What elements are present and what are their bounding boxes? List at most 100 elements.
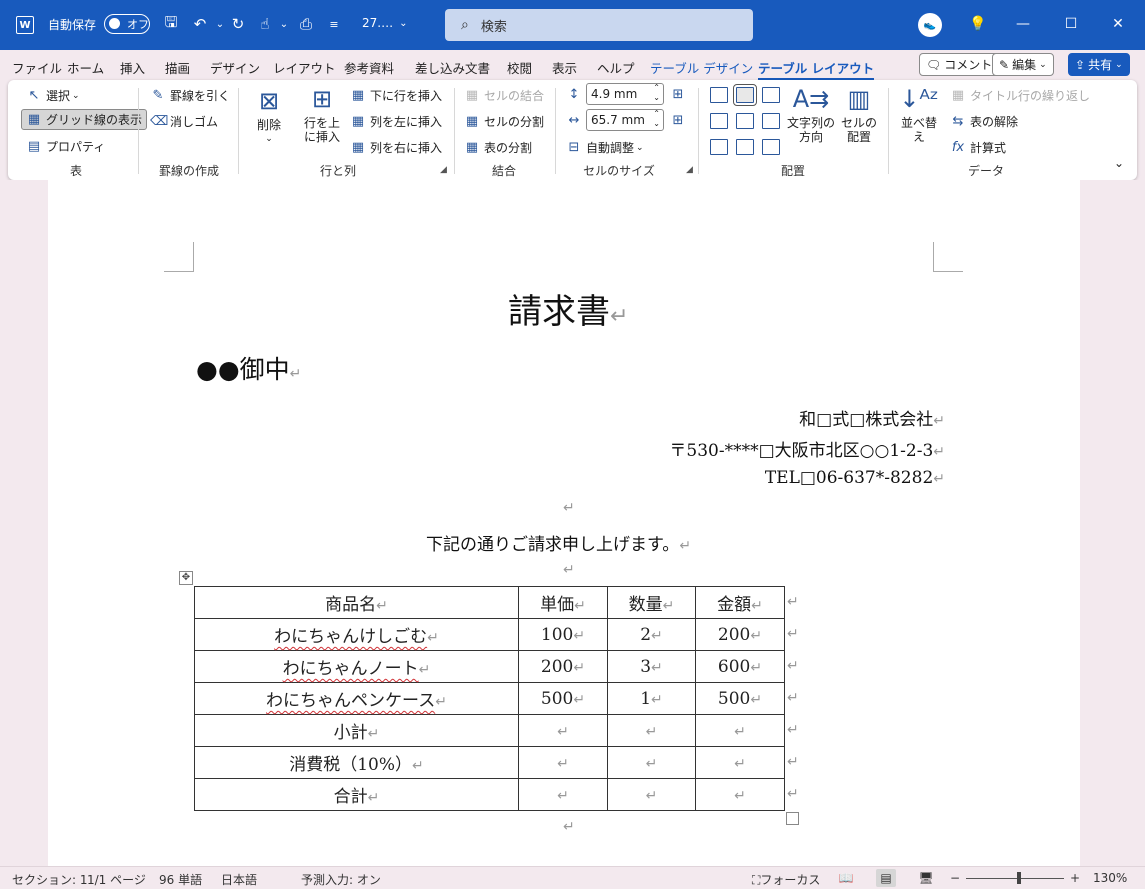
- tab-table-design[interactable]: テーブル デザイン: [650, 58, 753, 77]
- table-cell[interactable]: 500↵: [695, 682, 785, 715]
- row-height-input[interactable]: 4.9 mm: [586, 83, 664, 105]
- align-top-right-icon[interactable]: [762, 87, 780, 103]
- sort-button[interactable]: ↓ᴬᶻ 並べ替え: [896, 84, 942, 144]
- customize-qat-icon[interactable]: ≡: [324, 14, 344, 34]
- tab-view[interactable]: 表示: [552, 58, 577, 77]
- align-center-right-icon[interactable]: [762, 113, 780, 129]
- table-cell[interactable]: 100↵: [518, 618, 608, 651]
- tab-table-layout[interactable]: テーブル レイアウト: [758, 58, 875, 81]
- tab-review[interactable]: 校閲: [507, 58, 532, 77]
- align-bottom-left-icon[interactable]: [710, 139, 728, 155]
- draw-table-button[interactable]: ✎ 罫線を引く: [150, 87, 230, 104]
- insert-right-button[interactable]: ▦ 列を右に挿入: [350, 139, 442, 156]
- undo-dropdown-icon[interactable]: ⌄: [210, 14, 230, 34]
- zoom-slider-thumb[interactable]: [1017, 872, 1021, 884]
- autofit-button[interactable]: ⊟ 自動調整 ⌄: [566, 139, 644, 156]
- tel-text[interactable]: TEL□06-637*-8282↵: [765, 468, 945, 488]
- view-gridlines-button[interactable]: ▦ グリッド線の表示: [21, 109, 148, 130]
- cell-margins-button[interactable]: ▥ セルの 配置: [840, 84, 878, 144]
- repeat-header-rows-button[interactable]: ▦ タイトル行の繰り返し: [950, 87, 1090, 104]
- redo-icon[interactable]: ↻: [228, 14, 248, 34]
- table-cell[interactable]: 200↵: [695, 618, 785, 651]
- delete-button[interactable]: ⊠ 削除 ⌄: [252, 86, 286, 146]
- table-cell[interactable]: 200↵: [518, 650, 608, 683]
- table-header-cell[interactable]: 単価↵: [518, 586, 608, 619]
- company-name-text[interactable]: 和□式□株式会社↵: [799, 405, 945, 430]
- text-direction-button[interactable]: A⇉ 文字列の 方向: [786, 84, 836, 144]
- table-cell[interactable]: わにちゃんノート↵: [194, 650, 519, 683]
- table-resize-handle[interactable]: [786, 812, 799, 825]
- table-cell[interactable]: 小計↵: [194, 714, 519, 747]
- tab-insert[interactable]: 挿入: [120, 58, 145, 77]
- document-title[interactable]: 27.… ⌄: [362, 16, 407, 30]
- predictive-input-status[interactable]: 予測入力: オン: [301, 871, 381, 888]
- minimize-icon[interactable]: —: [1013, 14, 1033, 34]
- table-cell[interactable]: ↵: [695, 714, 785, 747]
- touch-mode-icon[interactable]: ☝: [255, 14, 275, 34]
- empty-paragraph[interactable]: ↵: [563, 562, 575, 578]
- read-mode-icon[interactable]: 📖: [836, 869, 856, 887]
- distribute-columns-icon[interactable]: ⊞: [670, 113, 690, 128]
- share-button[interactable]: ⇪ 共有 ⌄: [1068, 53, 1130, 76]
- empty-paragraph[interactable]: ↵: [563, 819, 575, 835]
- comment-button[interactable]: 🗨 コメント: [919, 53, 1000, 76]
- table-cell[interactable]: わにちゃんペンケース↵: [194, 682, 519, 715]
- table-cell[interactable]: 600↵: [695, 650, 785, 683]
- tab-layout[interactable]: レイアウト: [273, 58, 336, 77]
- zoom-level[interactable]: 130%: [1093, 871, 1127, 885]
- table-cell[interactable]: 500↵: [518, 682, 608, 715]
- tab-mailings[interactable]: 差し込み文書: [415, 58, 490, 77]
- rows-cols-launcher-icon[interactable]: ◢: [440, 165, 447, 175]
- insert-above-button[interactable]: ⊞ 行を上 に挿入: [302, 84, 342, 144]
- collapse-ribbon-icon[interactable]: ⌄: [1114, 156, 1124, 170]
- close-icon[interactable]: ✕: [1108, 14, 1128, 34]
- align-center-left-icon[interactable]: [710, 113, 728, 129]
- table-cell[interactable]: ↵: [607, 714, 696, 747]
- invoice-table[interactable]: 商品名↵ 単価↵ 数量↵ 金額↵ わにちゃんけしごむ↵ 100↵ 2↵ 200↵…: [194, 586, 785, 811]
- section-indicator[interactable]: セクション: 1: [12, 871, 88, 888]
- table-cell[interactable]: ↵: [607, 746, 696, 779]
- align-top-left-icon[interactable]: [710, 87, 728, 103]
- user-avatar[interactable]: 👟: [918, 13, 942, 37]
- table-header-cell[interactable]: 金額↵: [695, 586, 785, 619]
- table-cell[interactable]: 合計↵: [194, 778, 519, 811]
- tab-draw[interactable]: 描画: [165, 58, 190, 77]
- search-box[interactable]: ⌕ 検索: [445, 9, 753, 41]
- table-cell[interactable]: ↵: [607, 778, 696, 811]
- address-text[interactable]: 〒530-****□大阪市北区○○1-2-3↵: [669, 436, 945, 461]
- merge-cells-button[interactable]: ▦ セルの結合: [464, 87, 544, 104]
- align-bottom-center-icon[interactable]: [736, 139, 754, 155]
- document-title-text[interactable]: 請求書↵: [508, 284, 628, 333]
- intro-text[interactable]: 下記の通りご請求申し上げます。↵: [426, 530, 691, 555]
- table-cell[interactable]: 3↵: [607, 650, 696, 683]
- tab-help[interactable]: ヘルプ: [597, 58, 635, 77]
- language-indicator[interactable]: 日本語: [221, 871, 257, 888]
- insert-left-button[interactable]: ▦ 列を左に挿入: [350, 113, 442, 130]
- tab-home[interactable]: ホーム: [67, 58, 104, 77]
- table-move-handle-icon[interactable]: ✥: [179, 571, 193, 585]
- distribute-rows-icon[interactable]: ⊞: [670, 87, 690, 102]
- print-layout-icon[interactable]: ▤: [876, 869, 896, 887]
- table-cell[interactable]: ↵: [518, 778, 608, 811]
- table-cell[interactable]: ↵: [518, 746, 608, 779]
- align-top-center-icon[interactable]: [733, 84, 757, 106]
- autosave-toggle[interactable]: オフ: [104, 14, 150, 34]
- tab-references[interactable]: 参考資料: [344, 58, 394, 77]
- properties-button[interactable]: ▤ プロパティ: [26, 138, 105, 155]
- table-header-cell[interactable]: 数量↵: [607, 586, 696, 619]
- table-cell[interactable]: ↵: [695, 746, 785, 779]
- table-cell[interactable]: ↵: [695, 778, 785, 811]
- save-icon[interactable]: 🖫: [161, 13, 181, 34]
- convert-to-text-button[interactable]: ⇆ 表の解除: [950, 113, 1018, 130]
- word-count[interactable]: 96 単語: [159, 871, 202, 888]
- eraser-button[interactable]: ⌫ 消しゴム: [150, 113, 218, 130]
- cell-size-launcher-icon[interactable]: ◢: [686, 165, 693, 175]
- print-preview-icon[interactable]: ⎙: [296, 14, 316, 34]
- align-bottom-right-icon[interactable]: [762, 139, 780, 155]
- table-cell[interactable]: ↵: [518, 714, 608, 747]
- page-indicator[interactable]: 1/1 ページ: [87, 871, 146, 888]
- insert-below-button[interactable]: ▦ 下に行を挿入: [350, 87, 442, 104]
- addressee-text[interactable]: ●●御中↵: [196, 350, 301, 386]
- formula-button[interactable]: fx 計算式: [950, 139, 1006, 156]
- tab-file[interactable]: ファイル: [12, 58, 62, 77]
